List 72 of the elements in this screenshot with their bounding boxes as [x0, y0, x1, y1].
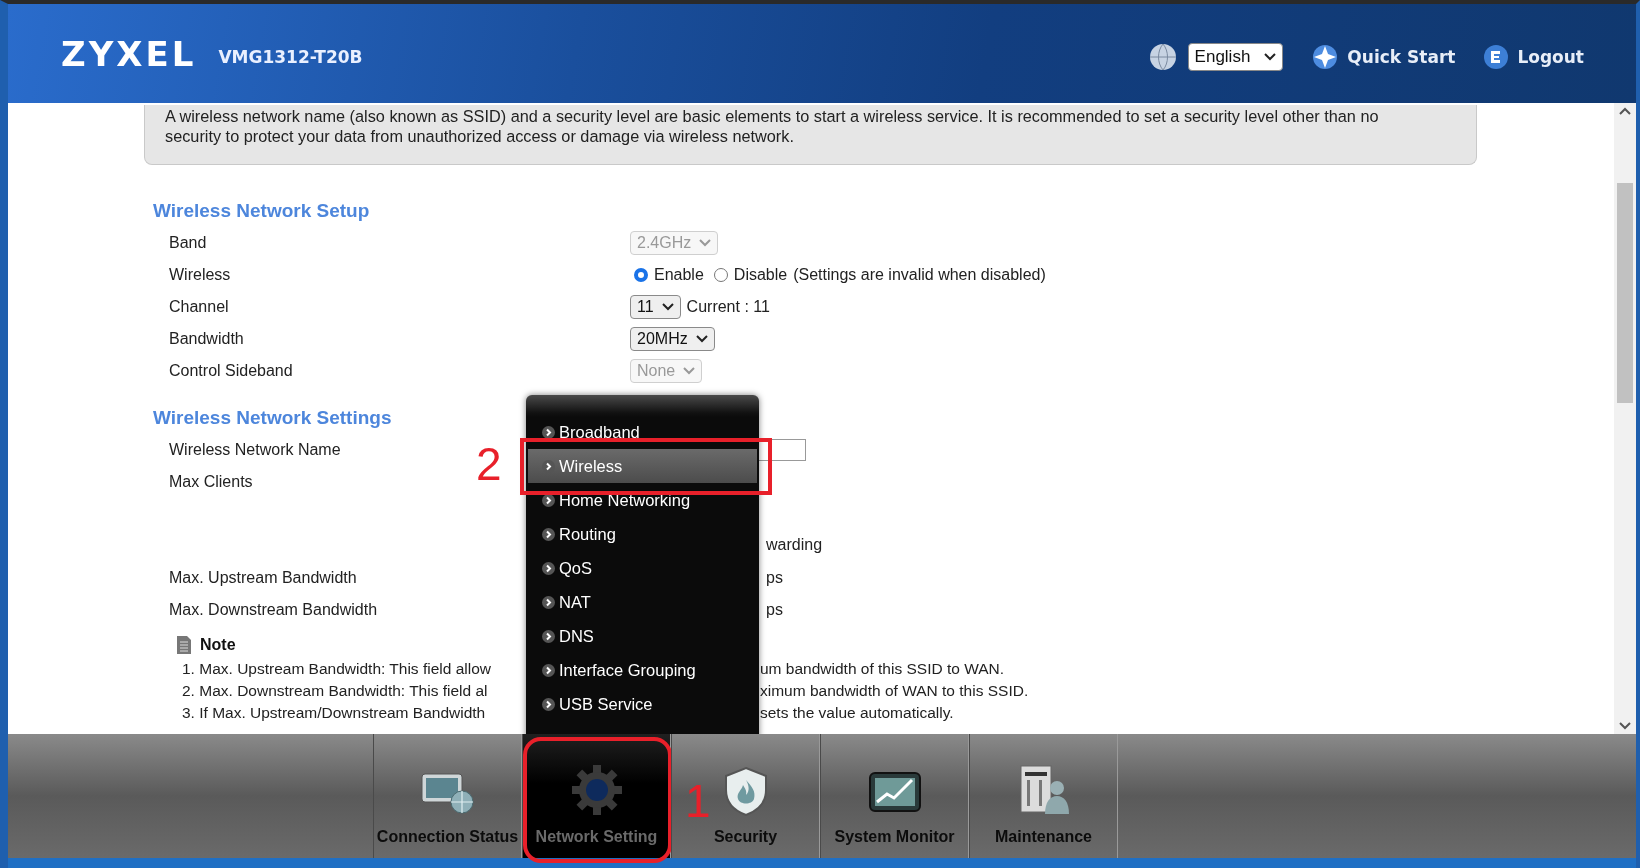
scrollbar[interactable]: [1614, 103, 1636, 734]
note-text: 1. Max. Upstream Bandwidth: This field allow: [182, 660, 492, 678]
radio-label: Disable: [733, 266, 788, 284]
chevron-right-icon: [542, 561, 555, 575]
field-label: Bandwidth: [169, 330, 244, 348]
menu-item[interactable]: QoS: [528, 551, 757, 585]
note-text: um bandwidth of this SSID to WAN.: [760, 660, 1006, 678]
chevron-right-icon: [542, 697, 555, 711]
menu-item[interactable]: Wireless: [528, 449, 757, 483]
field-label: Control Sideband: [169, 362, 293, 380]
shield-flame-icon: [722, 766, 769, 816]
radio-button[interactable]: [713, 268, 728, 282]
scroll-thumb[interactable]: [1617, 183, 1633, 403]
chevron-right-icon: [542, 459, 555, 473]
field-label: Wireless: [169, 266, 231, 284]
scroll-down-icon[interactable]: [1619, 722, 1631, 730]
chevron-right-icon: [542, 595, 555, 609]
field-label: Channel: [169, 298, 229, 316]
value-text: warding: [766, 536, 823, 554]
chevron-down-icon: [1264, 52, 1277, 61]
gear-icon: [570, 764, 623, 816]
current-channel-text: Current : 11: [686, 298, 770, 316]
chevron-right-icon: [542, 527, 555, 541]
menu-item[interactable]: Home Networking: [528, 483, 757, 517]
note-text: 3. If Max. Upstream/Downstream Bandwidth: [182, 704, 487, 722]
info-text: A wireless network name (also known as SSID) and a security level are basic elements to start a wireless service. It is recommended to set a security level other than no security to protect your data from unauthorized access or damage via wireless network.: [144, 105, 1477, 165]
menu-item[interactable]: USB Service: [528, 687, 757, 721]
note-text: sets the value automatically.: [760, 704, 955, 722]
value-text: ps: [766, 601, 783, 619]
note-text: ximum bandwidth of WAN to this SSID.: [760, 682, 1030, 700]
dropdown[interactable]: 11: [630, 295, 681, 319]
menu-item[interactable]: NAT: [528, 585, 757, 619]
chevron-down-icon: [695, 335, 708, 343]
quick-start-link[interactable]: Quick Start: [1311, 42, 1456, 71]
note-title: Note: [200, 636, 236, 654]
menu-item[interactable]: Interface Grouping: [528, 653, 757, 687]
chevron-right-icon: [542, 425, 555, 439]
logo: ZYXEL: [61, 33, 197, 74]
section-title: Wireless Network Setup: [153, 199, 371, 223]
chevron-right-icon: [542, 493, 555, 507]
starburst-icon: [1311, 42, 1340, 71]
globe-icon: [1147, 41, 1178, 72]
annotation-number: 2: [476, 441, 502, 487]
chevron-down-icon: [661, 303, 674, 311]
language-select[interactable]: English: [1187, 42, 1284, 71]
field-label: Max Clients: [169, 473, 253, 491]
section-title: Wireless Network Settings: [153, 406, 393, 430]
scroll-up-icon[interactable]: [1619, 107, 1631, 115]
field-label: Band: [169, 234, 207, 252]
menu-item[interactable]: DNS: [528, 619, 757, 653]
field-label: Max. Downstream Bandwidth: [169, 601, 378, 619]
model-name: VMG1312-T20B: [218, 46, 363, 67]
field-label: Max. Upstream Bandwidth: [169, 569, 357, 587]
dropdown[interactable]: 20MHz: [630, 327, 715, 351]
monitor-globe-icon: [419, 770, 476, 816]
radio-label: Enable: [654, 266, 704, 284]
logout-link[interactable]: Logout: [1483, 43, 1584, 70]
menu-item[interactable]: Broadband: [528, 415, 757, 449]
menu-item[interactable]: Routing: [528, 517, 757, 551]
annotation-number: 1: [685, 778, 711, 824]
field-label: Wireless Network Name: [169, 441, 341, 459]
value-text: ps: [766, 569, 783, 587]
chevron-right-icon: [542, 629, 555, 643]
hint-text: (Settings are invalid when disabled): [793, 266, 1046, 284]
chevron-down-icon: [699, 239, 712, 247]
nav-tab[interactable]: Network Setting: [522, 734, 671, 858]
chevron-right-icon: [542, 663, 555, 677]
note-text: 2. Max. Downstream Bandwidth: This field al: [182, 682, 489, 700]
logout-icon: [1483, 43, 1510, 70]
document-icon: [176, 635, 192, 655]
chevron-down-icon: [683, 367, 696, 375]
radio-button[interactable]: [634, 268, 648, 282]
